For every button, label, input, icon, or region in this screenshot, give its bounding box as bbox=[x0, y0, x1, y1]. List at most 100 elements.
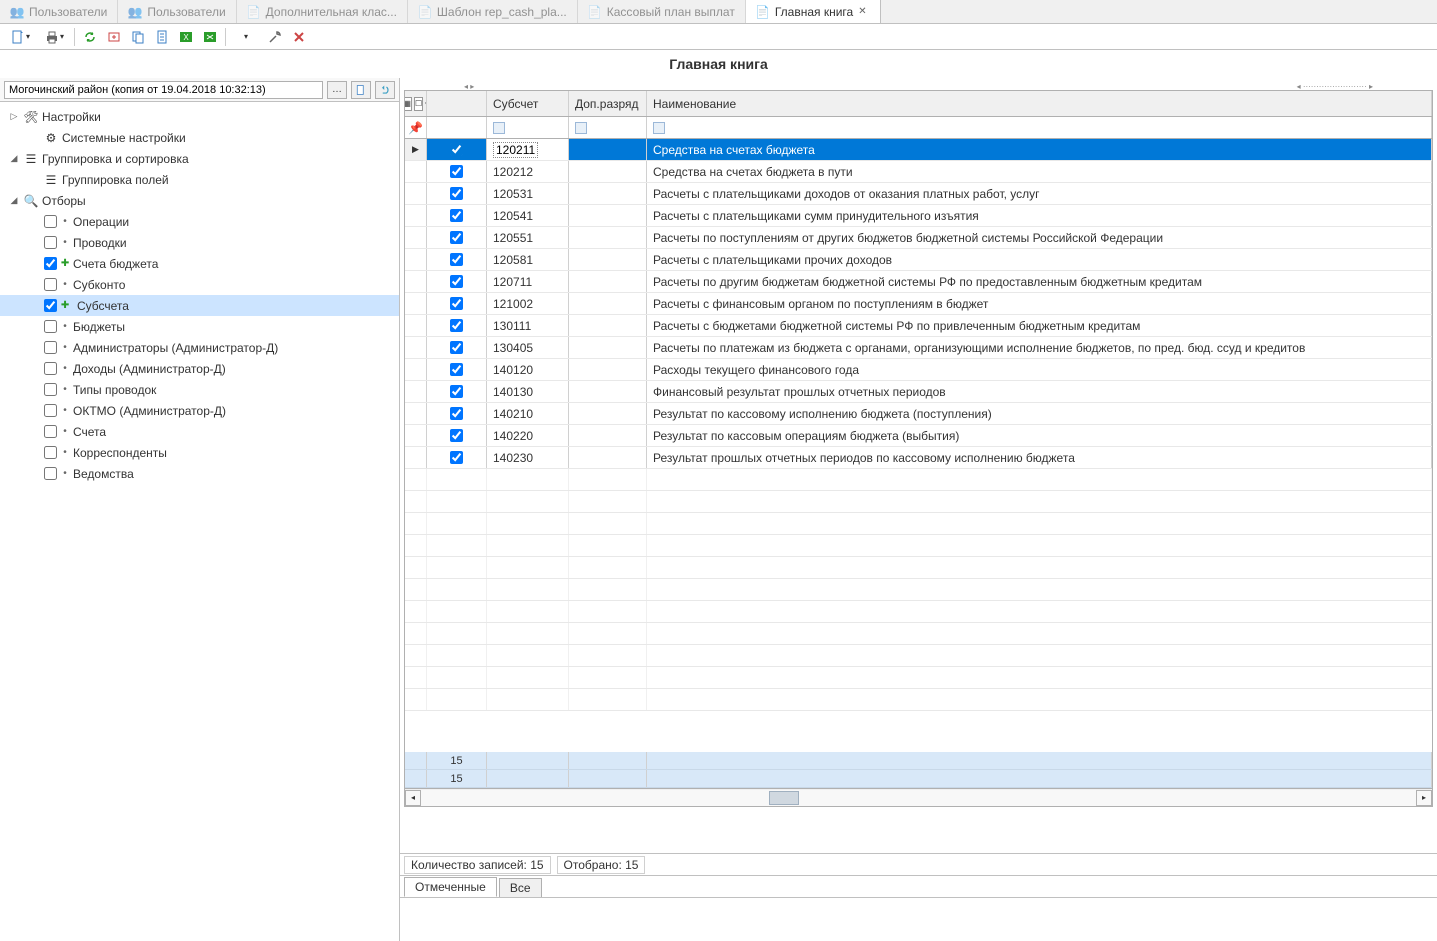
row-name[interactable]: Средства на счетах бюджета bbox=[647, 139, 1432, 160]
horizontal-scrollbar[interactable]: ◂ ▸ bbox=[405, 788, 1432, 806]
row-checkbox[interactable] bbox=[450, 209, 463, 222]
row-checkbox[interactable] bbox=[450, 451, 463, 464]
row-check-cell[interactable] bbox=[427, 447, 487, 468]
undo-button[interactable] bbox=[375, 81, 395, 99]
row-name[interactable]: Расходы текущего финансового года bbox=[647, 359, 1432, 380]
tree-node[interactable]: •Бюджеты bbox=[0, 316, 399, 337]
tree-checkbox[interactable] bbox=[44, 362, 57, 375]
row-checkbox[interactable] bbox=[450, 319, 463, 332]
row-sub[interactable]: 140210 bbox=[487, 403, 569, 424]
row-name[interactable]: Средства на счетах бюджета в пути bbox=[647, 161, 1432, 182]
row-name[interactable]: Расчеты с финансовым органом по поступле… bbox=[647, 293, 1432, 314]
row-check-cell[interactable] bbox=[427, 359, 487, 380]
excel-button[interactable]: X bbox=[175, 26, 197, 48]
filter-box-icon[interactable] bbox=[653, 122, 665, 134]
options-button[interactable]: ▾ bbox=[230, 26, 262, 48]
grid-options-icon[interactable]: ▦ bbox=[405, 97, 412, 111]
tree-toggle-icon[interactable] bbox=[28, 174, 40, 186]
row-check-cell[interactable] bbox=[427, 337, 487, 358]
tree-toggle-icon[interactable] bbox=[28, 300, 40, 312]
row-checkbox[interactable] bbox=[450, 187, 463, 200]
delete-button[interactable] bbox=[288, 26, 310, 48]
tree-toggle-icon[interactable] bbox=[28, 342, 40, 354]
row-sub[interactable]: 120581 bbox=[487, 249, 569, 270]
row-checkbox[interactable] bbox=[450, 363, 463, 376]
page-button[interactable] bbox=[151, 26, 173, 48]
row-dop[interactable] bbox=[569, 315, 647, 336]
tree-node[interactable]: •Доходы (Администратор-Д) bbox=[0, 358, 399, 379]
row-name[interactable]: Расчеты по поступлениям от других бюджет… bbox=[647, 227, 1432, 248]
tree-toggle-icon[interactable]: ◢ bbox=[8, 195, 20, 207]
row-name[interactable]: Расчеты с бюджетами бюджетной системы РФ… bbox=[647, 315, 1432, 336]
row-name[interactable]: Результат по кассовому исполнению бюджет… bbox=[647, 403, 1432, 424]
tree-toggle-icon[interactable] bbox=[28, 384, 40, 396]
scroll-right-button[interactable]: ▸ bbox=[1416, 790, 1432, 806]
name-column-header[interactable]: Наименование bbox=[647, 91, 1432, 116]
tree-node[interactable]: ⚙Системные настройки bbox=[0, 127, 399, 148]
export-button[interactable] bbox=[103, 26, 125, 48]
tree-node[interactable]: •Проводки bbox=[0, 232, 399, 253]
filter-check[interactable] bbox=[427, 117, 487, 138]
tree-toggle-icon[interactable] bbox=[28, 363, 40, 375]
row-check-cell[interactable] bbox=[427, 139, 487, 160]
scroll-track[interactable] bbox=[421, 790, 1416, 806]
browse-button[interactable]: … bbox=[327, 81, 347, 99]
tree-node[interactable]: •Счета bbox=[0, 421, 399, 442]
row-name[interactable]: Расчеты по платежам из бюджета с органам… bbox=[647, 337, 1432, 358]
table-row[interactable]: 120551 Расчеты по поступлениям от других … bbox=[405, 227, 1432, 249]
table-row[interactable]: 120581 Расчеты с плательщиками прочих дох… bbox=[405, 249, 1432, 271]
row-check-cell[interactable] bbox=[427, 381, 487, 402]
row-check-cell[interactable] bbox=[427, 227, 487, 248]
tree-checkbox[interactable] bbox=[44, 341, 57, 354]
filter-dop[interactable] bbox=[569, 117, 647, 138]
tree-toggle-icon[interactable]: ◢ bbox=[8, 153, 20, 165]
row-name[interactable]: Расчеты с плательщиками прочих доходов bbox=[647, 249, 1432, 270]
tree-checkbox[interactable] bbox=[44, 320, 57, 333]
tree-node[interactable]: ✚Субсчета bbox=[0, 295, 399, 316]
tree-node[interactable]: •Типы проводок bbox=[0, 379, 399, 400]
row-checkbox[interactable] bbox=[450, 297, 463, 310]
tree-checkbox[interactable] bbox=[44, 236, 57, 249]
row-sub[interactable]: 121002 bbox=[487, 293, 569, 314]
row-check-cell[interactable] bbox=[427, 249, 487, 270]
row-sub[interactable]: 120212 bbox=[487, 161, 569, 182]
tree-checkbox[interactable] bbox=[44, 299, 57, 312]
tree-node[interactable]: •Операции bbox=[0, 211, 399, 232]
tree-node[interactable]: ▷🛠Настройки bbox=[0, 106, 399, 127]
tree-node[interactable]: •Субконто bbox=[0, 274, 399, 295]
tree-node[interactable]: •Администраторы (Администратор-Д) bbox=[0, 337, 399, 358]
row-name[interactable]: Расчеты по другим бюджетам бюджетной сис… bbox=[647, 271, 1432, 292]
table-row[interactable]: 140210 Результат по кассовому исполнению … bbox=[405, 403, 1432, 425]
tree-node[interactable]: •Ведомства bbox=[0, 463, 399, 484]
table-row[interactable]: ▶120211Средства на счетах бюджета bbox=[405, 139, 1432, 161]
tree-node[interactable]: •Корреспонденты bbox=[0, 442, 399, 463]
row-dop[interactable] bbox=[569, 359, 647, 380]
table-row[interactable]: 130111Расчеты с бюджетами бюджетной сист… bbox=[405, 315, 1432, 337]
new-profile-button[interactable] bbox=[351, 81, 371, 99]
tree-toggle-icon[interactable] bbox=[28, 405, 40, 417]
row-checkbox[interactable] bbox=[450, 143, 463, 156]
check-column-header[interactable] bbox=[427, 91, 487, 116]
tree-toggle-icon[interactable] bbox=[28, 132, 40, 144]
row-checkbox[interactable] bbox=[450, 275, 463, 288]
row-dop[interactable] bbox=[569, 293, 647, 314]
table-row[interactable]: 130405Расчеты по платежам из бюджета с о… bbox=[405, 337, 1432, 359]
tab-template-rep[interactable]: 📄 Шаблон rep_cash_pla... bbox=[408, 0, 578, 23]
row-dop[interactable] bbox=[569, 337, 647, 358]
tree-toggle-icon[interactable] bbox=[28, 426, 40, 438]
scroll-thumb[interactable] bbox=[769, 791, 799, 805]
tree-checkbox[interactable] bbox=[44, 257, 57, 270]
row-check-cell[interactable] bbox=[427, 403, 487, 424]
row-name[interactable]: Расчеты с плательщиками доходов от оказа… bbox=[647, 183, 1432, 204]
row-dop[interactable] bbox=[569, 249, 647, 270]
tree-checkbox[interactable] bbox=[44, 467, 57, 480]
row-check-cell[interactable] bbox=[427, 271, 487, 292]
checkbox-icon[interactable]: ☐ bbox=[414, 97, 423, 111]
row-dop[interactable] bbox=[569, 403, 647, 424]
tab-users-2[interactable]: 👥 Пользователи bbox=[118, 0, 236, 23]
row-check-cell[interactable] bbox=[427, 315, 487, 336]
row-checkbox[interactable] bbox=[450, 165, 463, 178]
row-check-cell[interactable] bbox=[427, 161, 487, 182]
row-sub[interactable]: 120551 bbox=[487, 227, 569, 248]
excel2-button[interactable] bbox=[199, 26, 221, 48]
